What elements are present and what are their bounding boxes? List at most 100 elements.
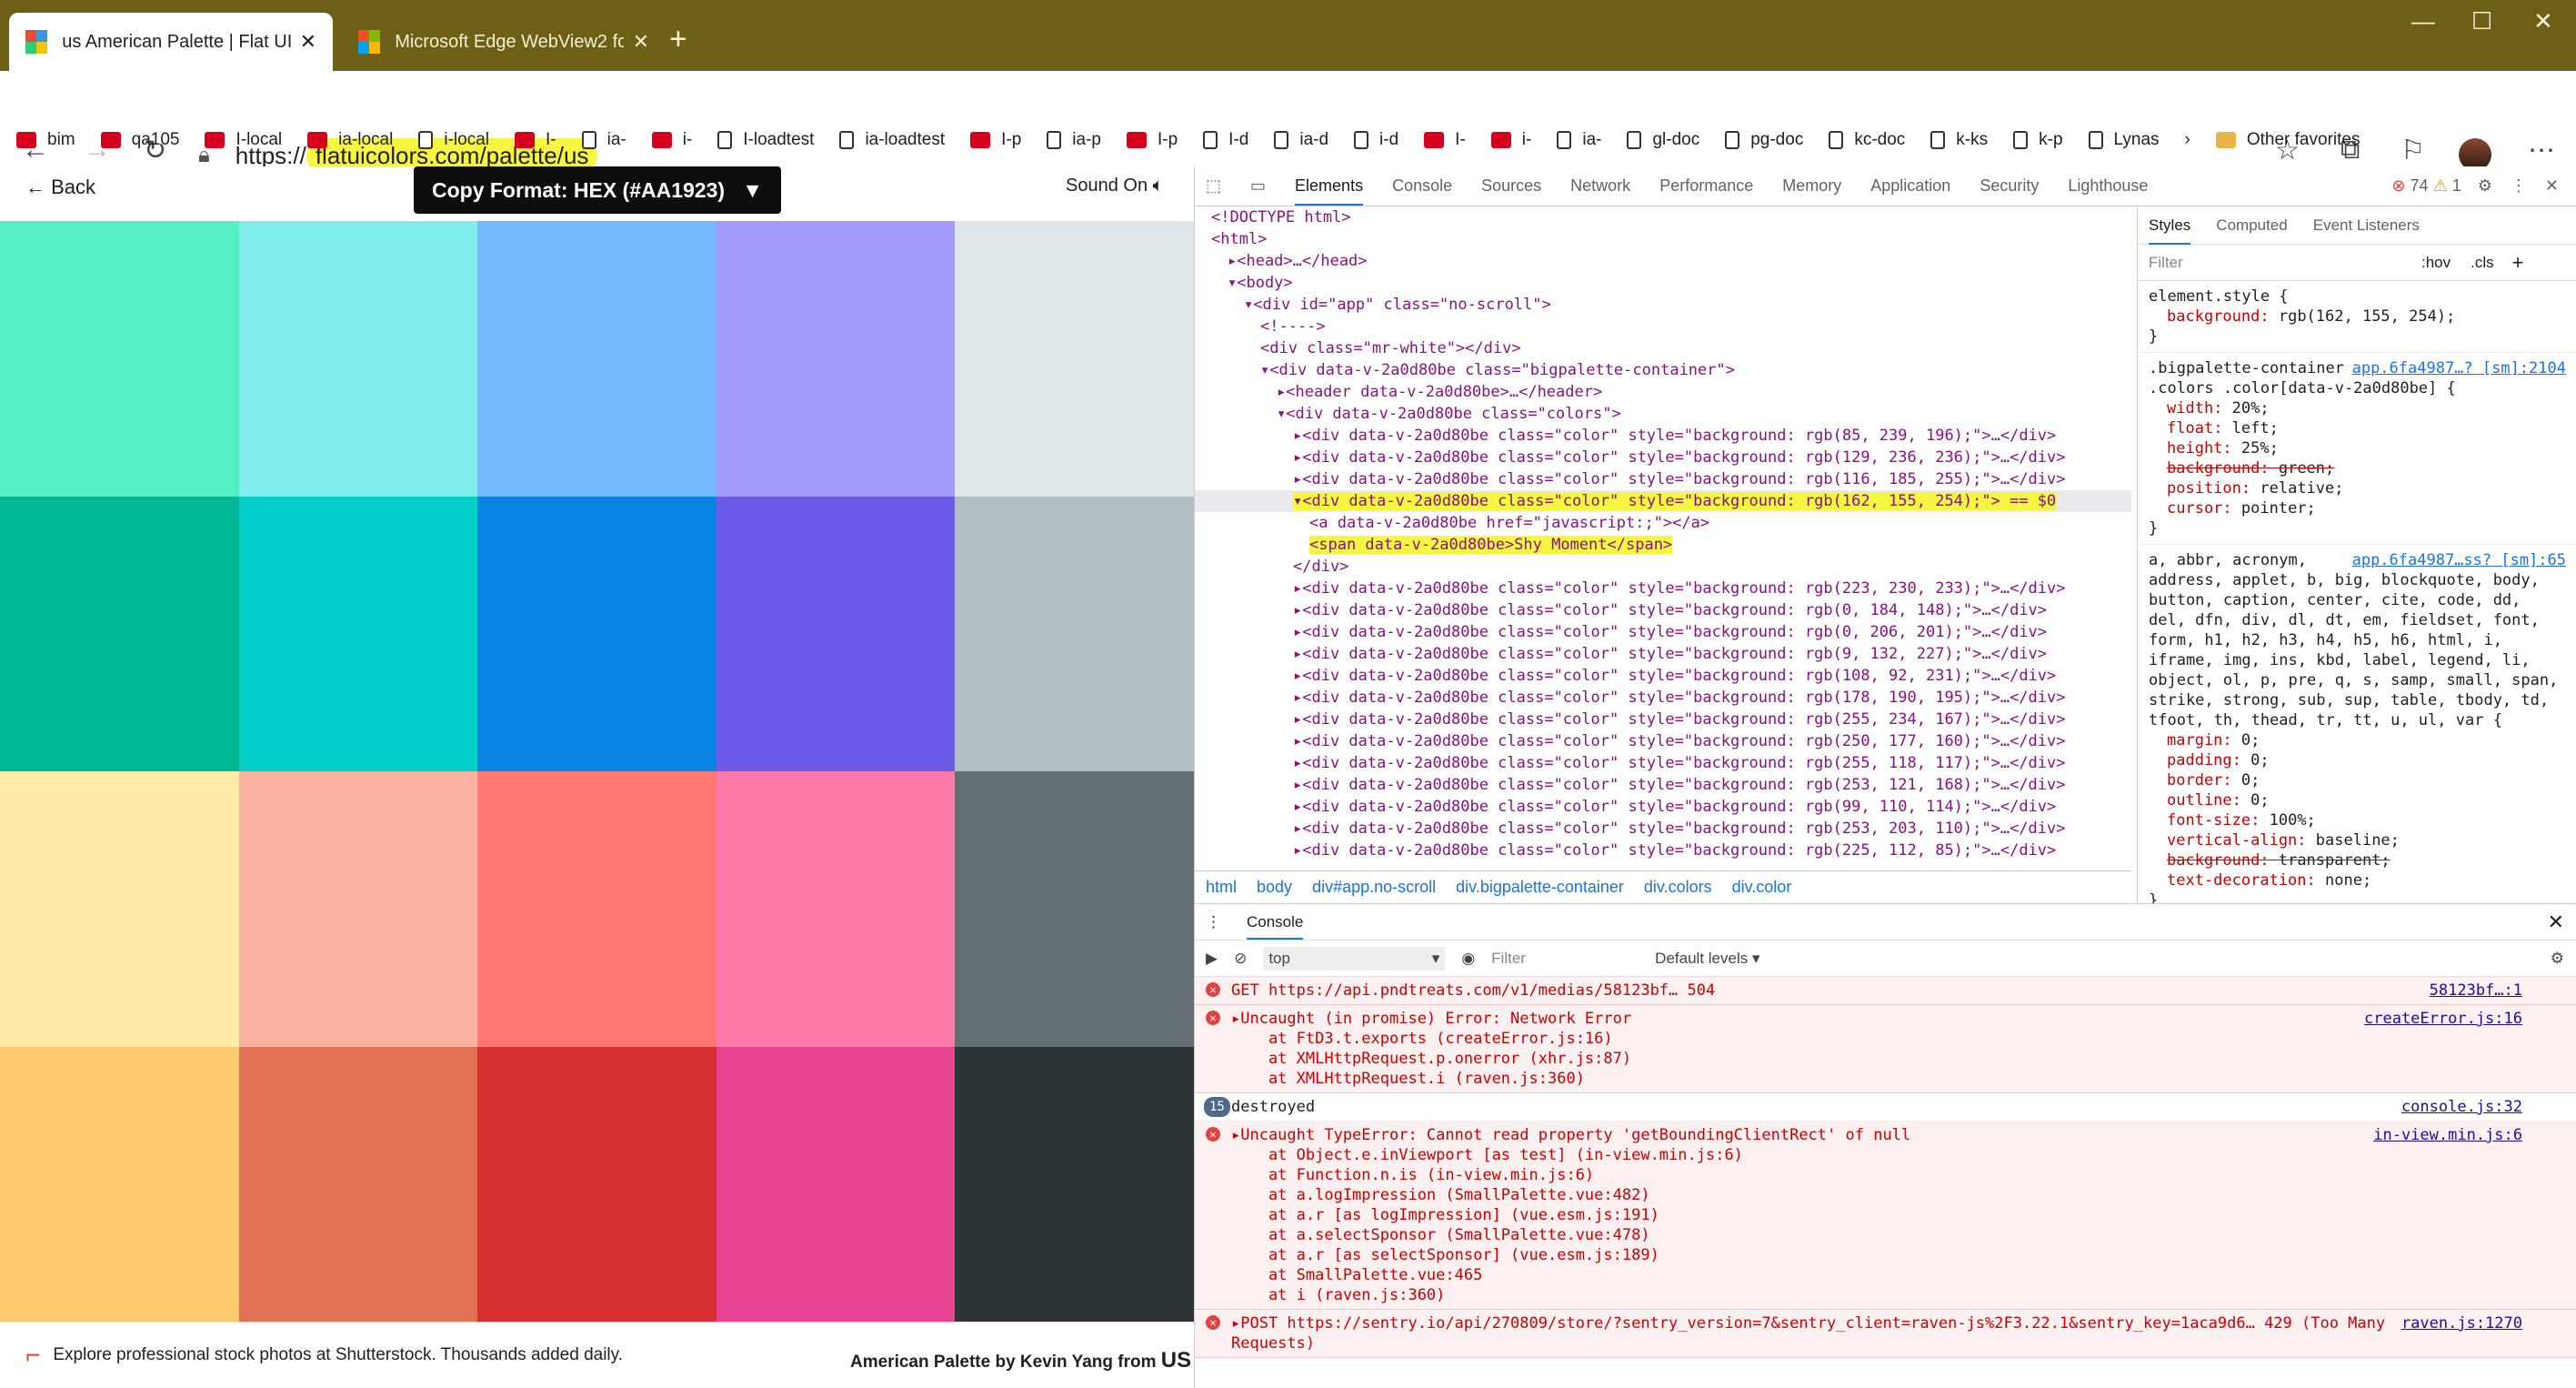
favorite-item[interactable]: I-loadtest xyxy=(717,130,814,150)
css-property[interactable]: font-size: 100%; xyxy=(2149,810,2566,830)
favorite-item[interactable]: bim xyxy=(16,130,75,150)
console-message[interactable]: 15 destroyed console.js:32 xyxy=(1195,1093,2576,1121)
back-link[interactable]: ← Back xyxy=(25,176,95,199)
new-rule-icon[interactable]: + xyxy=(2512,252,2524,273)
dom-node[interactable]: ▸<div data-v-2a0d80be class="color" styl… xyxy=(1195,796,2131,818)
css-property[interactable]: background: green; xyxy=(2149,458,2566,478)
css-property[interactable]: background: rgb(162, 155, 254); xyxy=(2149,307,2566,327)
devtools-tab-sources[interactable]: Sources xyxy=(1481,176,1541,196)
drawer-close-icon[interactable]: ✕ xyxy=(2548,911,2564,932)
tab-flatuicolors[interactable]: us American Palette | Flat UI Col ✕ xyxy=(9,13,333,71)
console-source-link[interactable]: console.js:32 xyxy=(2401,1097,2522,1117)
dom-node[interactable]: ▾<div id="app" class="no-scroll"> xyxy=(1195,294,2131,316)
favorite-item[interactable]: I- xyxy=(1424,130,1466,150)
close-icon[interactable]: ✕ xyxy=(300,30,316,54)
color-swatch[interactable] xyxy=(477,221,717,497)
dom-node[interactable]: ▸<header data-v-2a0d80be>…</header> xyxy=(1195,381,2131,403)
footer-credit[interactable]: American Palette by Kevin Yang from xyxy=(850,1353,1157,1372)
devtools-tab-console[interactable]: Console xyxy=(1392,176,1452,196)
console-source-link[interactable]: 58123bf…:1 xyxy=(2430,981,2522,1001)
styles-filter[interactable]: Filter :hov .cls + xyxy=(2138,245,2576,281)
dom-node[interactable]: ▸<div data-v-2a0d80be class="color" styl… xyxy=(1195,752,2131,774)
hov-toggle[interactable]: :hov xyxy=(2421,253,2451,273)
breadcrumb-item[interactable]: body xyxy=(1257,878,1292,897)
devtools-tab-elements[interactable]: Elements xyxy=(1295,176,1364,206)
dom-node[interactable]: <span data-v-2a0d80be>Shy Moment</span> xyxy=(1195,534,2131,556)
color-swatch[interactable] xyxy=(955,496,1194,771)
favorite-item[interactable]: k-ks xyxy=(1930,130,1988,150)
console-tab[interactable]: Console xyxy=(1247,912,1304,940)
sound-toggle[interactable]: Sound On 🔈︎ xyxy=(1066,176,1164,196)
favorite-item[interactable]: pg-doc xyxy=(1725,130,1803,150)
minimize-icon[interactable]: — xyxy=(2411,7,2435,35)
dom-node[interactable]: ▸<div data-v-2a0d80be class="color" styl… xyxy=(1195,468,2131,490)
color-swatch[interactable] xyxy=(0,771,239,1047)
devtools-tab-lighthouse[interactable]: Lighthouse xyxy=(2068,176,2148,196)
devtools-close-icon[interactable]: ✕ xyxy=(2545,176,2559,196)
dom-node[interactable]: ▸<div data-v-2a0d80be class="color" styl… xyxy=(1195,665,2131,687)
console-message[interactable]: ✕ ▸POST https://sentry.io/api/270809/stor… xyxy=(1195,1310,2576,1358)
dom-node[interactable]: <!----> xyxy=(1195,316,2131,337)
color-swatch[interactable] xyxy=(716,771,956,1047)
console-source-link[interactable]: createError.js:16 xyxy=(2364,1009,2522,1029)
favorite-item[interactable]: Lynas xyxy=(2088,130,2160,150)
dom-node[interactable]: ▾<div data-v-2a0d80be class="color" styl… xyxy=(1195,490,2131,512)
favorite-item[interactable]: i- xyxy=(651,130,692,150)
favorite-item[interactable]: I-p xyxy=(970,130,1021,150)
dom-node[interactable]: ▾<div data-v-2a0d80be class="bigpalette-… xyxy=(1195,359,2131,381)
favorite-item[interactable]: ia- xyxy=(581,130,626,150)
console-message[interactable]: ✕ ▸Uncaught (in promise) Error: Network E… xyxy=(1195,1005,2576,1093)
kebab-menu-icon[interactable]: ⋮ xyxy=(2511,176,2527,196)
dom-node[interactable]: ▸<div data-v-2a0d80be class="color" styl… xyxy=(1195,774,2131,796)
devtools-tab-memory[interactable]: Memory xyxy=(1782,176,1841,196)
dom-node[interactable]: ▾<body> xyxy=(1195,272,2131,294)
css-property[interactable]: margin: 0; xyxy=(2149,730,2566,750)
console-message[interactable]: ✕ ▸Uncaught TypeError: Cannot read proper… xyxy=(1195,1121,2576,1310)
close-icon[interactable]: ✕ xyxy=(633,30,649,54)
dom-node[interactable]: ▸<div data-v-2a0d80be class="color" styl… xyxy=(1195,818,2131,840)
dom-node[interactable]: ▾<div data-v-2a0d80be class="colors"> xyxy=(1195,403,2131,425)
breadcrumb-item[interactable]: div.color xyxy=(1732,878,1792,897)
favorite-item[interactable]: I-local xyxy=(205,130,282,150)
favorite-item[interactable]: kc-doc xyxy=(1829,130,1905,150)
color-swatch[interactable] xyxy=(238,496,478,771)
color-swatch[interactable] xyxy=(955,1046,1194,1322)
color-swatch[interactable] xyxy=(477,1046,717,1322)
dom-node[interactable]: ▸<div data-v-2a0d80be class="color" styl… xyxy=(1195,578,2131,599)
copy-format-dropdown[interactable]: Copy Format: HEX (#AA1923) ▼ xyxy=(414,166,781,214)
css-property[interactable]: position: relative; xyxy=(2149,478,2566,498)
dom-node[interactable]: ▸<div data-v-2a0d80be class="color" styl… xyxy=(1195,599,2131,621)
dom-node[interactable]: ▸<div data-v-2a0d80be class="color" styl… xyxy=(1195,730,2131,752)
dom-node[interactable]: <!DOCTYPE html> xyxy=(1195,206,2131,228)
color-swatch[interactable] xyxy=(716,1046,956,1322)
devtools-tab-security[interactable]: Security xyxy=(1980,176,2039,196)
tab-webview2[interactable]: Microsoft Edge WebView2 for W ✕ xyxy=(342,13,666,71)
console-source-link[interactable]: raven.js:1270 xyxy=(2401,1313,2522,1333)
css-property[interactable]: width: 20%; xyxy=(2149,398,2566,418)
color-swatch[interactable] xyxy=(0,496,239,771)
devtools-tab-network[interactable]: Network xyxy=(1570,176,1630,196)
drawer-menu-icon[interactable]: ⋮ xyxy=(1206,912,1221,932)
gear-icon[interactable]: ⚙ xyxy=(2478,176,2492,196)
color-swatch[interactable] xyxy=(477,771,717,1047)
color-swatch[interactable] xyxy=(716,221,956,497)
favorite-item[interactable]: ia-p xyxy=(1047,130,1101,150)
css-property[interactable]: outline: 0; xyxy=(2149,790,2566,810)
favorite-item[interactable]: I- xyxy=(514,130,556,150)
breadcrumb-item[interactable]: div#app.no-scroll xyxy=(1312,878,1436,897)
css-property[interactable]: padding: 0; xyxy=(2149,750,2566,770)
dom-node[interactable]: <div class="mr-white"></div> xyxy=(1195,337,2131,359)
devtools-tab-performance[interactable]: Performance xyxy=(1659,176,1753,196)
css-property[interactable]: background: transparent; xyxy=(2149,850,2566,870)
favorite-item[interactable]: ia- xyxy=(1557,130,1601,150)
color-swatch[interactable] xyxy=(238,221,478,497)
window-close-icon[interactable]: ✕ xyxy=(2533,7,2553,35)
console-message[interactable]: ✕ GET https://api.pndtreats.com/v1/medias… xyxy=(1195,977,2576,1005)
favorite-item[interactable]: I-d xyxy=(1203,130,1248,150)
dom-node[interactable]: ▸<div data-v-2a0d80be class="color" styl… xyxy=(1195,687,2131,709)
color-swatch[interactable] xyxy=(477,496,717,771)
issue-counter[interactable]: ⊗ 74 ⚠ 1 xyxy=(2391,176,2461,196)
console-source-link[interactable]: in-view.min.js:6 xyxy=(2373,1125,2522,1145)
favorite-item[interactable]: I-p xyxy=(1126,130,1178,150)
maximize-icon[interactable]: ☐ xyxy=(2471,7,2492,35)
